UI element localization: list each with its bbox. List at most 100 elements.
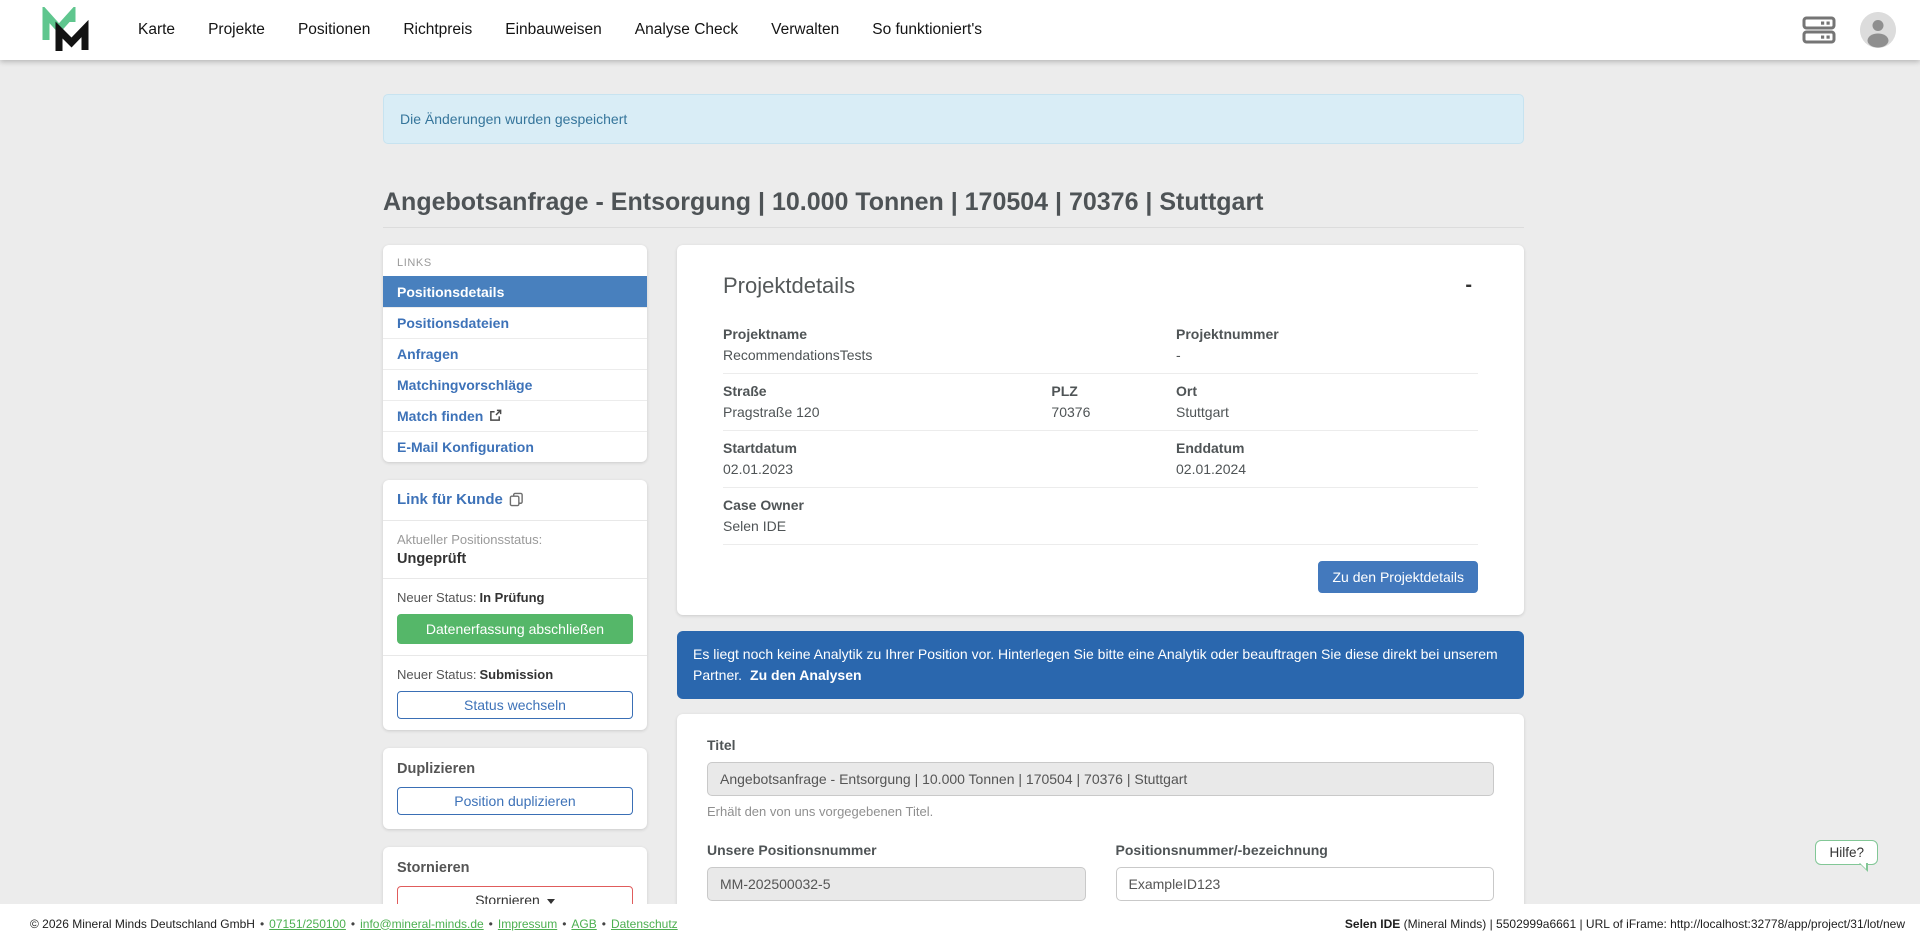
current-status-label: Aktueller Positionsstatus: bbox=[397, 532, 633, 547]
project-details-title: Projektdetails bbox=[723, 273, 855, 299]
analytics-banner: Es liegt noch keine Analytik zu Ihrer Po… bbox=[677, 631, 1524, 699]
server-stack-icon[interactable] bbox=[1802, 16, 1836, 44]
go-to-project-details-button[interactable]: Zu den Projektdetails bbox=[1318, 561, 1478, 593]
project-details-card: Projektdetails - Projektname Recommendat… bbox=[677, 245, 1524, 615]
nav-item-karte[interactable]: Karte bbox=[138, 21, 175, 39]
field-label: Case Owner bbox=[723, 497, 1478, 513]
titel-help-text: Erhält den von uns vorgegebenen Titel. bbox=[707, 804, 1494, 819]
nav-item-verwalten[interactable]: Verwalten bbox=[771, 21, 839, 39]
position-number-label: Positionsnummer/-bezeichnung bbox=[1116, 842, 1495, 858]
nav-item-positionen[interactable]: Positionen bbox=[298, 21, 370, 39]
complete-data-entry-button[interactable]: Datenerfassung abschließen bbox=[397, 614, 633, 644]
detail-row-address: Straße Pragstraße 120 PLZ 70376 Ort Stut… bbox=[723, 374, 1478, 431]
field-strasse: Straße Pragstraße 120 bbox=[723, 383, 1051, 420]
sidebar-item-label: E-Mail Konfiguration bbox=[397, 439, 534, 455]
nav-item-richtpreis[interactable]: Richtpreis bbox=[403, 21, 472, 39]
field-label: Straße bbox=[723, 383, 1051, 399]
nav-item-analyse-check[interactable]: Analyse Check bbox=[635, 21, 738, 39]
our-number-input bbox=[707, 867, 1086, 901]
field-label: Enddatum bbox=[1176, 440, 1478, 456]
position-number-input[interactable] bbox=[1116, 867, 1495, 901]
footer-link-datenschutz[interactable]: Datenschutz bbox=[611, 917, 678, 931]
current-status-row: Aktueller Positionsstatus: Ungeprüft bbox=[383, 520, 647, 578]
sidebar-item-email-konfiguration[interactable]: E-Mail Konfiguration bbox=[383, 431, 647, 462]
nav-item-einbauweisen[interactable]: Einbauweisen bbox=[505, 21, 602, 39]
footer-copyright: © 2026 Mineral Minds Deutschland GmbH bbox=[30, 917, 255, 931]
footer-session-info: Selen IDE (Mineral Minds) | 5502999a6661… bbox=[1345, 917, 1905, 931]
our-number-label: Unsere Positionsnummer bbox=[707, 842, 1086, 858]
field-label: Startdatum bbox=[723, 440, 1176, 456]
titel-input bbox=[707, 762, 1494, 796]
new-status-value: Submission bbox=[480, 667, 554, 682]
footer-separator: • bbox=[489, 917, 493, 931]
status-card: Link für Kunde Aktueller Positionsstatus… bbox=[383, 480, 647, 730]
field-label: PLZ bbox=[1051, 383, 1176, 399]
help-button[interactable]: Hilfe? bbox=[1815, 840, 1878, 865]
new-status-row-2: Neuer Status:Submission Status wechseln bbox=[383, 655, 647, 730]
current-status-value: Ungeprüft bbox=[397, 551, 633, 567]
navbar-right bbox=[1802, 12, 1896, 48]
success-alert: Die Änderungen wurden gespeichert bbox=[383, 94, 1524, 144]
page-title: Angebotsanfrage - Entsorgung | 10.000 To… bbox=[383, 188, 1524, 228]
detail-row-dates: Startdatum 02.01.2023 Enddatum 02.01.202… bbox=[723, 431, 1478, 488]
field-value: 02.01.2023 bbox=[723, 461, 1176, 477]
field-case-owner: Case Owner Selen IDE bbox=[723, 497, 1478, 534]
new-status-line-1: Neuer Status:In Prüfung bbox=[397, 590, 633, 605]
user-avatar-icon[interactable] bbox=[1860, 12, 1896, 48]
customer-link[interactable]: Link für Kunde bbox=[397, 491, 524, 508]
footer-link-agb[interactable]: AGB bbox=[571, 917, 596, 931]
sidebar-item-match-finden[interactable]: Match finden bbox=[383, 400, 647, 431]
footer-user-name: Selen IDE bbox=[1345, 917, 1400, 931]
content-grid: LINKS Positionsdetails Positionsdateien … bbox=[383, 245, 1524, 943]
go-to-analyses-link[interactable]: Zu den Analysen bbox=[750, 667, 862, 683]
customer-link-label: Link für Kunde bbox=[397, 491, 503, 508]
footer-separator: • bbox=[260, 917, 264, 931]
main-column: Projektdetails - Projektname Recommendat… bbox=[677, 245, 1524, 943]
new-status-line-2: Neuer Status:Submission bbox=[397, 667, 633, 682]
duplicate-position-button[interactable]: Position duplizieren bbox=[397, 787, 633, 815]
new-status-value: In Prüfung bbox=[480, 590, 545, 605]
switch-status-button[interactable]: Status wechseln bbox=[397, 691, 633, 719]
mineral-minds-logo[interactable] bbox=[40, 7, 92, 53]
detail-row-name: Projektname RecommendationsTests Projekt… bbox=[723, 317, 1478, 374]
footer-separator: • bbox=[351, 917, 355, 931]
footer-link-email[interactable]: info@mineral-minds.de bbox=[360, 917, 484, 931]
field-projektnummer: Projektnummer - bbox=[1176, 326, 1478, 363]
links-card-header: LINKS bbox=[383, 249, 647, 276]
sidebar-item-label: Matchingvorschläge bbox=[397, 377, 532, 393]
field-plz: PLZ 70376 bbox=[1051, 383, 1176, 420]
detail-row-owner: Case Owner Selen IDE bbox=[723, 488, 1478, 545]
sidebar-item-anfragen[interactable]: Anfragen bbox=[383, 338, 647, 369]
field-projektname: Projektname RecommendationsTests bbox=[723, 326, 1176, 363]
nav-item-projekte[interactable]: Projekte bbox=[208, 21, 265, 39]
field-startdatum: Startdatum 02.01.2023 bbox=[723, 440, 1176, 477]
project-actions: Zu den Projektdetails bbox=[723, 545, 1478, 593]
footer-link-phone[interactable]: 07151/250100 bbox=[269, 917, 346, 931]
sidebar-item-label: Positionsdateien bbox=[397, 315, 509, 331]
footer-left: © 2026 Mineral Minds Deutschland GmbH • … bbox=[30, 917, 678, 931]
field-ort: Ort Stuttgart bbox=[1176, 383, 1478, 420]
cancel-card-title: Stornieren bbox=[397, 860, 633, 876]
field-value: - bbox=[1176, 347, 1478, 363]
new-status-label: Neuer Status: bbox=[397, 667, 477, 682]
main-nav: Karte Projekte Positionen Richtpreis Ein… bbox=[138, 21, 982, 39]
collapse-icon[interactable]: - bbox=[1459, 273, 1478, 297]
field-value: Pragstraße 120 bbox=[723, 404, 1051, 420]
footer-session-details: (Mineral Minds) | 5502999a6661 | URL of … bbox=[1400, 917, 1905, 931]
sidebar-item-positionsdetails[interactable]: Positionsdetails bbox=[383, 276, 647, 307]
customer-link-row: Link für Kunde bbox=[383, 480, 647, 520]
footer-link-impressum[interactable]: Impressum bbox=[498, 917, 557, 931]
duplicate-card-title: Duplizieren bbox=[397, 761, 633, 777]
footer-separator: • bbox=[602, 917, 606, 931]
nav-item-so-funktionierts[interactable]: So funktioniert's bbox=[872, 21, 982, 39]
sidebar-item-matchingvorschlaege[interactable]: Matchingvorschläge bbox=[383, 369, 647, 400]
top-navbar: Karte Projekte Positionen Richtpreis Ein… bbox=[0, 0, 1920, 60]
field-label: Ort bbox=[1176, 383, 1478, 399]
sidebar-item-positionsdateien[interactable]: Positionsdateien bbox=[383, 307, 647, 338]
footer: © 2026 Mineral Minds Deutschland GmbH • … bbox=[0, 904, 1920, 943]
field-value: 02.01.2024 bbox=[1176, 461, 1478, 477]
field-value: Selen IDE bbox=[723, 518, 1478, 534]
new-status-label: Neuer Status: bbox=[397, 590, 477, 605]
titel-label: Titel bbox=[707, 737, 1494, 753]
copy-icon bbox=[509, 492, 524, 507]
